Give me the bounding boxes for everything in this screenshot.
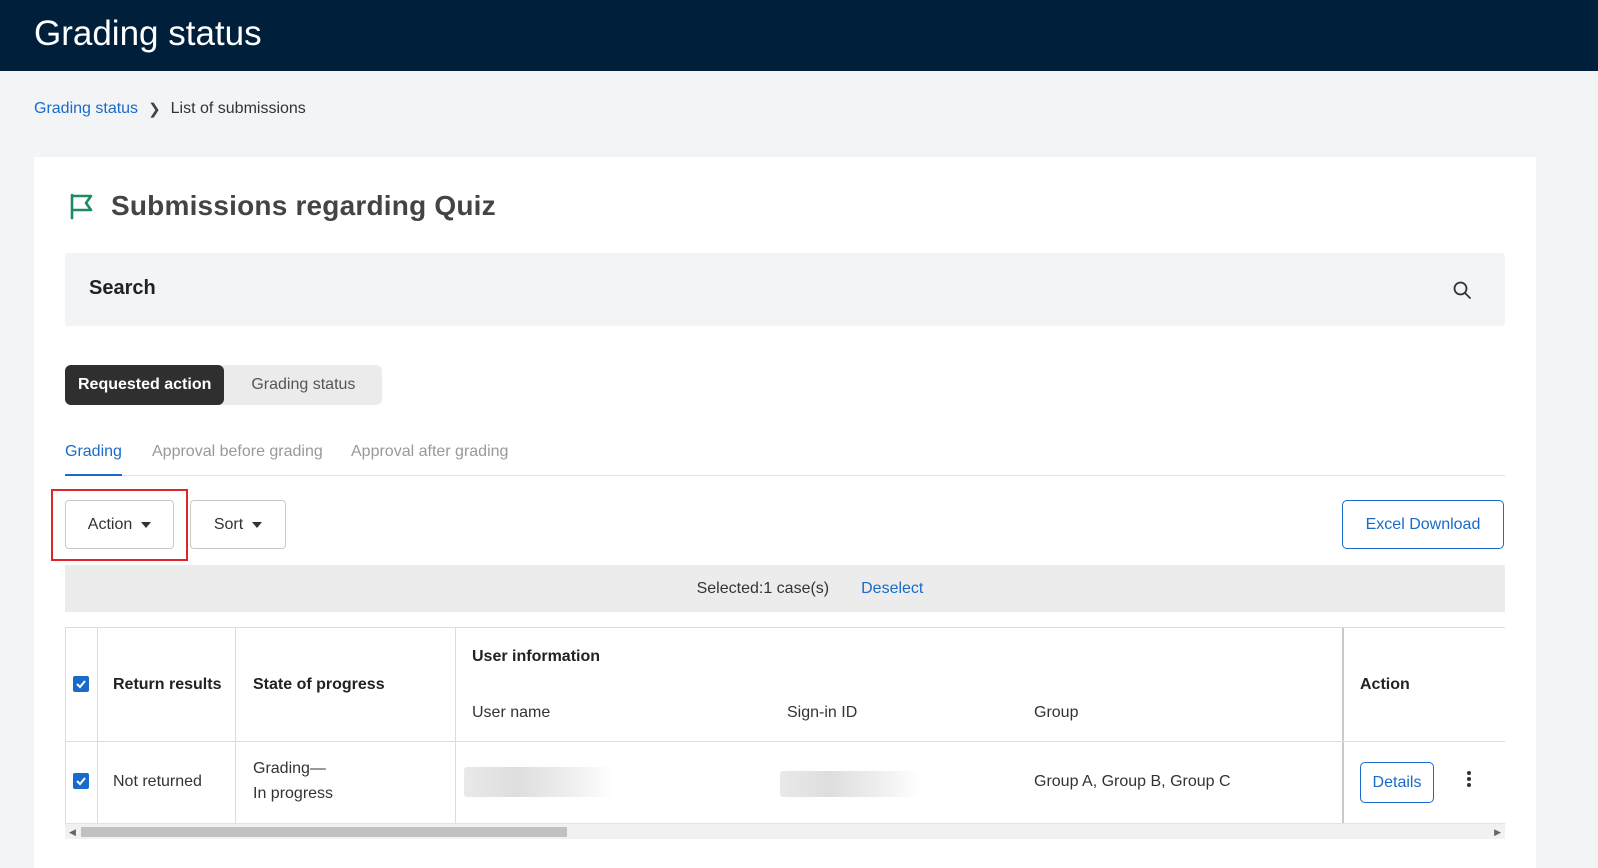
- sort-button-label: Sort: [213, 515, 244, 533]
- horizontal-scrollbar[interactable]: ◀ ▶: [65, 823, 1505, 839]
- header-user-name[interactable]: User name: [472, 704, 550, 722]
- cell-return-results: Not returned: [113, 773, 202, 790]
- flag-icon: [70, 193, 93, 220]
- more-options-icon[interactable]: [1463, 771, 1475, 791]
- breadcrumb-current: List of submissions: [170, 100, 306, 117]
- select-all-checkbox[interactable]: [73, 676, 89, 692]
- details-button[interactable]: Details: [1360, 762, 1434, 803]
- excel-download-button[interactable]: Excel Download: [1342, 500, 1504, 549]
- sort-dropdown-button[interactable]: Sort: [190, 500, 286, 549]
- header-user-information: User information: [472, 648, 601, 665]
- scroll-right-arrow-icon[interactable]: ▶: [1494, 827, 1501, 838]
- breadcrumb-link-grading-status[interactable]: Grading status: [34, 100, 138, 118]
- check-icon: [76, 680, 86, 689]
- subtabs: Grading Approval before grading Approval…: [65, 441, 1505, 476]
- page-heading: Submissions regarding Quiz: [67, 190, 496, 222]
- scroll-left-arrow-icon[interactable]: ◀: [69, 827, 76, 838]
- redacted-user-name: [464, 767, 614, 797]
- column-divider: [235, 628, 236, 824]
- header-state-of-progress[interactable]: State of progress: [253, 676, 385, 694]
- table-border: [65, 628, 66, 824]
- main-card: Submissions regarding Quiz Search Reques…: [34, 157, 1536, 868]
- header-sign-in-id[interactable]: Sign-in ID: [787, 704, 857, 722]
- header-return-results[interactable]: Return results: [113, 676, 221, 694]
- sticky-column-divider: [1342, 628, 1344, 824]
- tab-approval-after-grading[interactable]: Approval after grading: [351, 443, 508, 461]
- selection-count: Selected:1 case(s): [696, 579, 830, 597]
- cell-state-line2: In progress: [253, 785, 334, 802]
- toggle-requested-action[interactable]: Requested action: [65, 365, 225, 405]
- chevron-right-icon: ❯: [148, 101, 161, 118]
- redacted-sign-in-id: [780, 771, 920, 797]
- row-checkbox[interactable]: [73, 773, 89, 789]
- deselect-link[interactable]: Deselect: [861, 580, 923, 598]
- header-group[interactable]: Group: [1034, 704, 1078, 722]
- check-icon: [76, 777, 86, 786]
- cell-group: Group A, Group B, Group C: [1034, 773, 1231, 790]
- cell-state-line1: Grading—: [253, 760, 326, 777]
- search-panel[interactable]: Search: [65, 253, 1505, 326]
- column-divider: [455, 628, 456, 824]
- action-button-label: Action: [87, 515, 133, 533]
- action-dropdown-button[interactable]: Action: [65, 500, 174, 549]
- breadcrumb: Grading status ❯ List of submissions: [34, 100, 306, 118]
- header-divider: [65, 741, 1505, 742]
- tab-approval-before-grading[interactable]: Approval before grading: [152, 443, 323, 461]
- selection-bar: Selected:1 case(s) Deselect: [65, 565, 1505, 612]
- search-label: Search: [89, 277, 156, 299]
- column-divider: [97, 628, 98, 824]
- tab-grading[interactable]: Grading: [65, 443, 122, 476]
- search-icon[interactable]: [1452, 280, 1472, 300]
- page-title: Submissions regarding Quiz: [111, 190, 496, 221]
- view-toggle: Requested action Grading status: [65, 365, 383, 405]
- scrollbar-thumb[interactable]: [81, 827, 567, 837]
- submissions-table: Return results State of progress User in…: [65, 627, 1505, 824]
- caret-down-icon: [141, 521, 152, 528]
- header-action: Action: [1360, 676, 1410, 693]
- app-title: Grading status: [34, 14, 262, 53]
- caret-down-icon: [252, 521, 263, 528]
- app-header: Grading status: [0, 0, 1598, 71]
- toggle-grading-status[interactable]: Grading status: [224, 365, 382, 405]
